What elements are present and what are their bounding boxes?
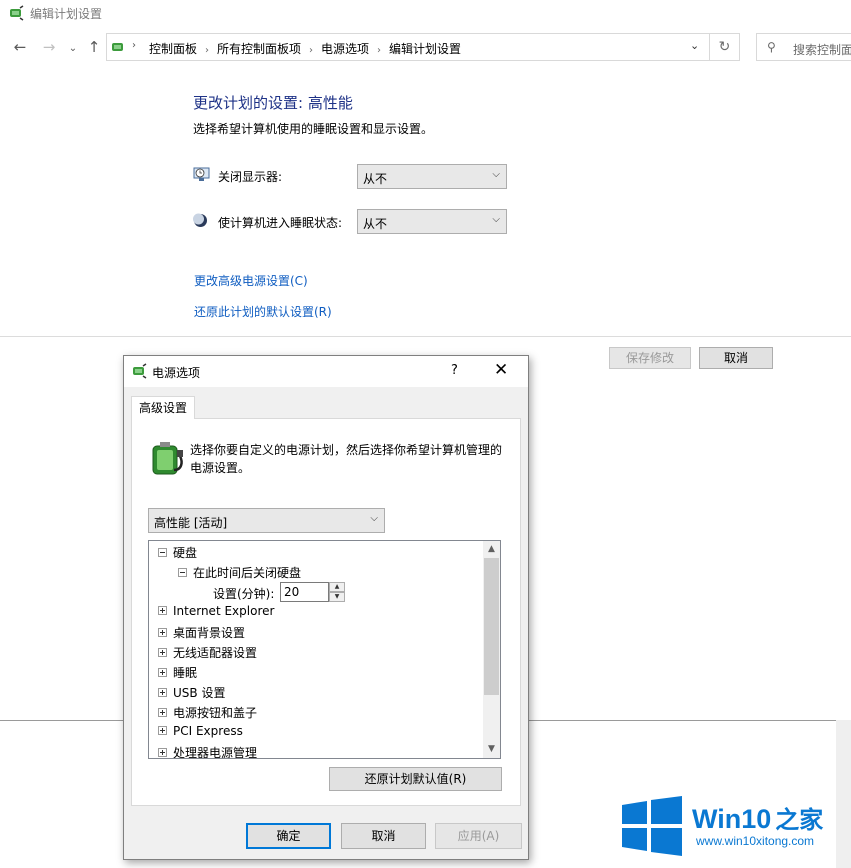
power-options-icon	[133, 363, 147, 379]
watermark-brand: Win10 之家	[692, 804, 824, 834]
page-subtitle: 选择希望计算机使用的睡眠设置和显示设置。	[193, 122, 434, 136]
breadcrumb-separator-icon[interactable]: ›	[309, 45, 313, 56]
tree-node[interactable]: 电源按钮和盖子	[158, 704, 257, 721]
breadcrumb-root-chevron-icon[interactable]: ›	[132, 40, 136, 51]
vertical-scrollbar[interactable]: ▲ ▼	[483, 541, 500, 758]
display-off-dropdown[interactable]: 从不 ⌵	[357, 164, 507, 189]
expand-icon[interactable]	[158, 688, 167, 697]
restore-defaults-link[interactable]: 还原此计划的默认设置(R)	[194, 303, 332, 320]
stepper-down-icon[interactable]: ▼	[329, 592, 345, 602]
minutes-stepper[interactable]: 20 ▲ ▼	[280, 582, 345, 602]
up-arrow-icon[interactable]: ↑	[85, 38, 103, 56]
tree-node[interactable]: USB 设置	[158, 684, 225, 701]
expand-icon[interactable]	[158, 726, 167, 735]
dialog-description: 选择你要自定义的电源计划，然后选择你希望计算机管理的电源设置。	[190, 443, 503, 475]
address-dropdown-chevron-icon[interactable]: ⌄	[690, 39, 699, 52]
settings-tree[interactable]: 硬盘 在此时间后关闭硬盘 设置(分钟): 20 ▲ ▼ Internet Exp…	[148, 540, 501, 759]
apply-button[interactable]: 应用(A)	[435, 823, 522, 849]
monitor-clock-icon	[193, 167, 210, 181]
tree-node-hard-disk[interactable]: 硬盘	[158, 544, 197, 561]
address-bar[interactable]: › 控制面板 › 所有控制面板项 › 电源选项 › 编辑计划设置 ⌄	[106, 33, 710, 61]
collapse-icon[interactable]	[178, 568, 187, 577]
back-arrow-icon[interactable]: ←	[11, 38, 29, 56]
expand-icon[interactable]	[158, 668, 167, 677]
tree-node[interactable]: PCI Express	[158, 724, 243, 738]
tab-advanced-settings[interactable]: 高级设置	[131, 396, 195, 419]
expand-icon[interactable]	[158, 628, 167, 637]
search-icon: ⚲	[767, 40, 776, 54]
dialog-title: 电源选项	[152, 366, 201, 380]
battery-plug-icon	[152, 442, 183, 475]
breadcrumb-item[interactable]: 所有控制面板项	[217, 42, 301, 56]
scroll-down-icon[interactable]: ▼	[483, 741, 500, 758]
help-button[interactable]: ?	[451, 363, 458, 378]
breadcrumb: 控制面板 › 所有控制面板项 › 电源选项 › 编辑计划设置	[149, 40, 461, 57]
title-bar: 编辑计划设置	[0, 0, 851, 26]
tree-node[interactable]: 桌面背景设置	[158, 624, 245, 641]
dialog-cancel-button[interactable]: 取消	[341, 823, 426, 849]
refresh-button[interactable]: ↻	[710, 33, 740, 61]
sleep-dropdown[interactable]: 从不 ⌵	[357, 209, 507, 234]
watermark-url: www.win10xitong.com	[696, 834, 815, 848]
scrollbar-thumb[interactable]	[484, 558, 499, 695]
search-input[interactable]: ⚲ 搜索控制面	[756, 33, 851, 61]
forward-arrow-icon[interactable]: →	[40, 38, 58, 56]
moon-icon	[193, 213, 207, 227]
expand-icon[interactable]	[158, 648, 167, 657]
display-off-value: 从不	[363, 172, 388, 186]
window-title: 编辑计划设置	[30, 7, 103, 21]
recent-locations-chevron-icon[interactable]: ⌄	[64, 40, 82, 58]
close-icon[interactable]: ✕	[494, 360, 508, 380]
expand-icon[interactable]	[158, 708, 167, 717]
control-panel-icon	[112, 43, 123, 51]
power-plan-dropdown[interactable]: 高性能 [活动] ⌵	[148, 508, 385, 533]
divider	[0, 336, 851, 337]
navigation-bar: ← → ⌄ ↑ › 控制面板 › 所有控制面板项 › 电源选项 › 编辑计划设置 ⌄ ↻ ⚲…	[0, 30, 851, 64]
dialog-title-bar: 电源选项 ? ✕	[124, 356, 528, 387]
save-changes-button[interactable]: 保存修改	[609, 347, 691, 369]
power-options-icon	[10, 5, 24, 21]
setting-minutes-label: 设置(分钟):	[213, 587, 275, 601]
display-off-label: 关闭显示器:	[218, 170, 283, 184]
refresh-icon: ↻	[718, 39, 731, 55]
sleep-value: 从不	[363, 217, 388, 231]
scroll-up-icon[interactable]: ▲	[483, 541, 500, 558]
tree-node-turn-off-disk[interactable]: 在此时间后关闭硬盘	[178, 564, 301, 581]
breadcrumb-item[interactable]: 电源选项	[321, 42, 369, 56]
chevron-down-icon: ⌵	[492, 214, 500, 225]
chevron-down-icon: ⌵	[370, 513, 378, 524]
ok-button[interactable]: 确定	[246, 823, 331, 849]
tree-node[interactable]: 处理器电源管理	[158, 744, 257, 758]
tree-node[interactable]: 无线适配器设置	[158, 644, 257, 661]
tree-node[interactable]: 睡眠	[158, 664, 197, 681]
expand-icon[interactable]	[158, 606, 167, 615]
tree-node[interactable]: Internet Explorer	[158, 604, 274, 618]
collapse-icon[interactable]	[158, 548, 167, 557]
power-options-dialog: 电源选项 ? ✕ 高级设置 选择你要自定义的电源计划，然后选择你希望计算机管理的…	[123, 355, 529, 860]
breadcrumb-separator-icon[interactable]: ›	[377, 45, 381, 56]
chevron-down-icon: ⌵	[492, 169, 500, 180]
windows-logo-icon	[622, 796, 682, 856]
page-title: 更改计划的设置: 高性能	[193, 94, 353, 112]
restore-plan-defaults-button[interactable]: 还原计划默认值(R)	[329, 767, 502, 791]
stepper-up-icon[interactable]: ▲	[329, 582, 345, 592]
minutes-input[interactable]: 20	[280, 582, 329, 602]
breadcrumb-item[interactable]: 控制面板	[149, 42, 197, 56]
advanced-power-settings-link[interactable]: 更改高级电源设置(C)	[194, 272, 308, 289]
power-plan-value: 高性能 [活动]	[154, 516, 228, 530]
expand-icon[interactable]	[158, 748, 167, 757]
win10-watermark: Win10 之家 www.win10xitong.com	[620, 796, 851, 868]
breadcrumb-separator-icon[interactable]: ›	[205, 45, 209, 56]
breadcrumb-item[interactable]: 编辑计划设置	[389, 42, 461, 56]
search-placeholder: 搜索控制面	[793, 43, 851, 57]
cancel-button[interactable]: 取消	[699, 347, 773, 369]
sleep-label: 使计算机进入睡眠状态:	[218, 216, 343, 230]
